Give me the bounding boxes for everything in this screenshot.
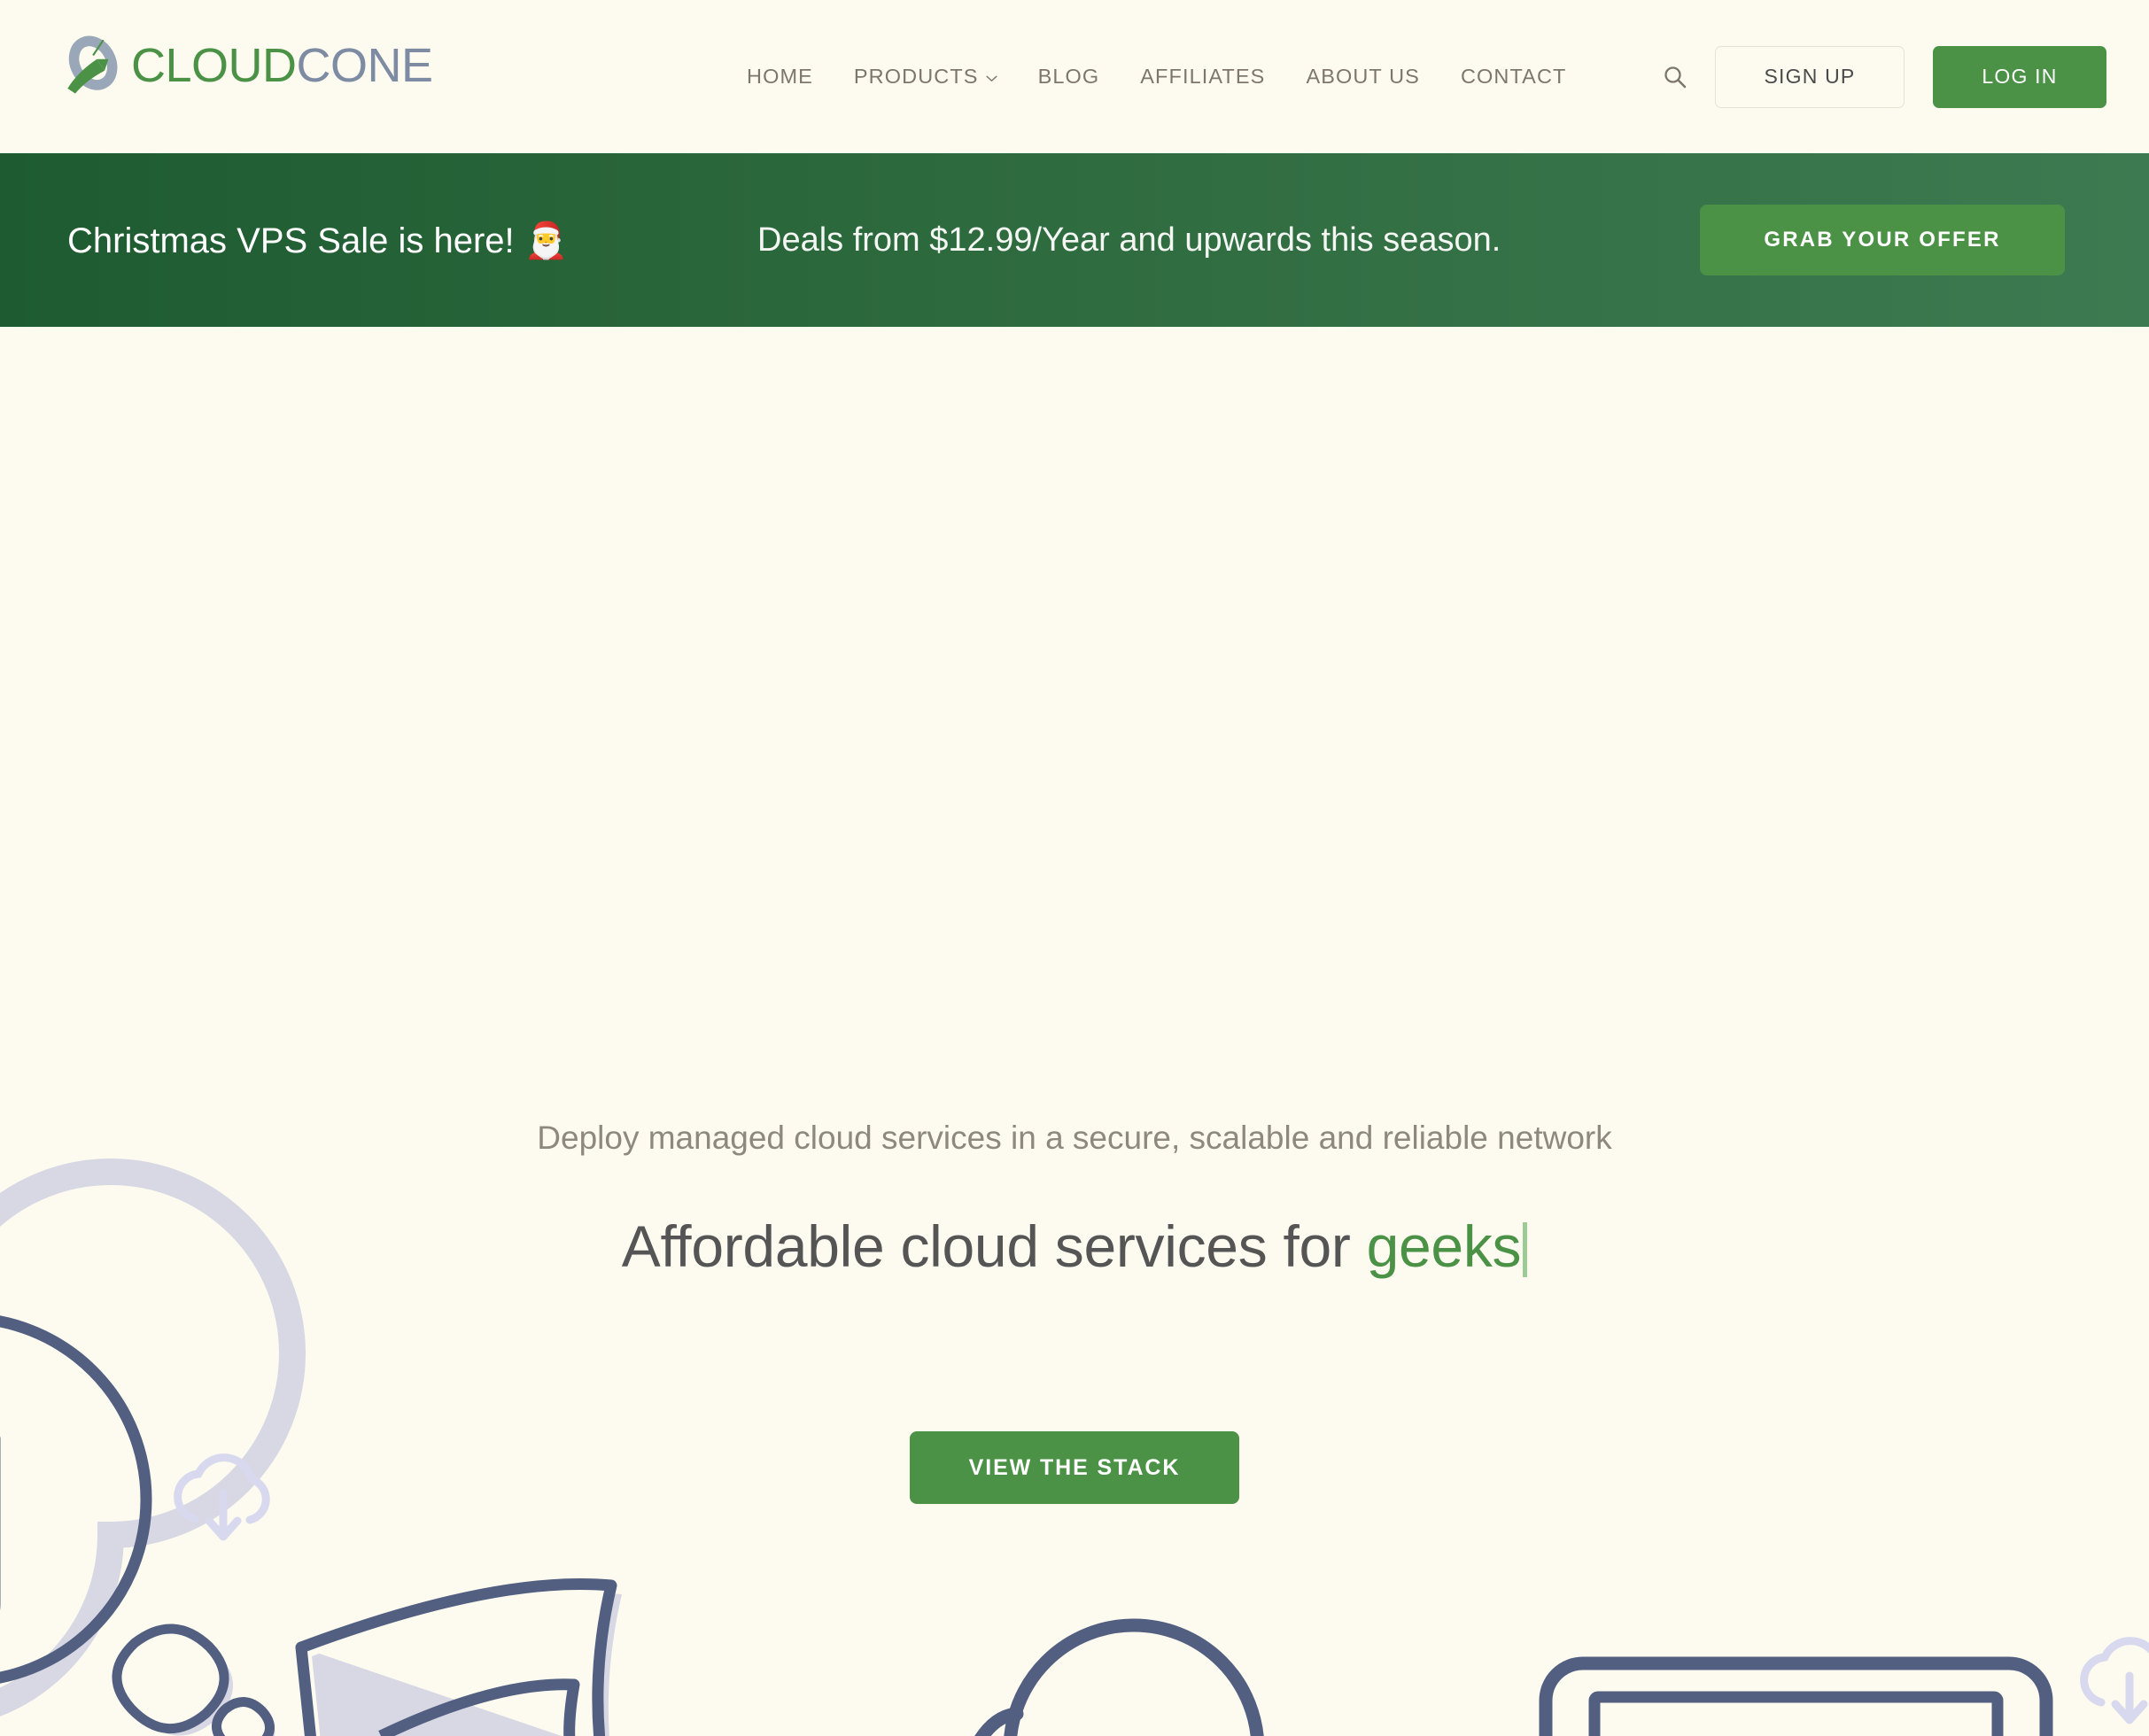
- promo-banner: Christmas VPS Sale is here! 🎅 Deals from…: [0, 153, 2149, 327]
- nav-label-products: PRODUCTS: [853, 65, 979, 88]
- nav-item-about-us[interactable]: ABOUT US: [1285, 65, 1440, 89]
- logo-word-cone: CONE: [296, 39, 434, 92]
- search-icon[interactable]: [1648, 50, 1703, 105]
- chevron-down-icon: [986, 75, 997, 82]
- nav-item-home[interactable]: HOME: [726, 65, 834, 89]
- log-in-label: LOG IN: [1982, 65, 2058, 88]
- nav-item-blog[interactable]: BLOG: [1018, 65, 1121, 89]
- nav-label-blog: BLOG: [1037, 65, 1100, 88]
- nav-label-contact: CONTACT: [1460, 65, 1567, 88]
- typing-caret: [1523, 1222, 1528, 1277]
- nav-label-home: HOME: [747, 65, 813, 88]
- logo-wordmark: CLOUDCONE: [131, 38, 433, 93]
- site-header: CLOUDCONE HOME PRODUCTS BLOG AFFILIATES: [0, 0, 2149, 153]
- nav-item-affiliates[interactable]: AFFILIATES: [1120, 65, 1285, 89]
- hero-headline: Affordable cloud services for geeks: [0, 1213, 2149, 1280]
- logo[interactable]: CLOUDCONE: [64, 34, 433, 97]
- nav-item-products[interactable]: PRODUCTS: [834, 65, 1018, 89]
- header-actions: SIGN UP LOG IN: [1648, 0, 2106, 153]
- main-navigation: HOME PRODUCTS BLOG AFFILIATES ABOUT US C…: [726, 0, 1587, 153]
- page-root: CLOUDCONE HOME PRODUCTS BLOG AFFILIATES: [0, 0, 2149, 1736]
- log-in-button[interactable]: LOG IN: [1933, 45, 2106, 108]
- logo-word-cloud: CLOUD: [131, 39, 297, 92]
- nav-label-about-us: ABOUT US: [1306, 65, 1420, 88]
- hero-headline-prefix: Affordable cloud services for: [621, 1213, 1367, 1279]
- grab-your-offer-label: GRAB YOUR OFFER: [1764, 228, 2001, 252]
- view-the-stack-label: VIEW THE STACK: [968, 1454, 1181, 1480]
- hero-headline-typed-word: geeks: [1366, 1213, 1522, 1279]
- sign-up-label: SIGN UP: [1764, 65, 1856, 88]
- cloudcone-logo-icon: [67, 35, 118, 94]
- nav-label-affiliates: AFFILIATES: [1140, 65, 1266, 88]
- hero-subheadline: Deploy managed cloud services in a secur…: [537, 1120, 1612, 1156]
- nav-item-contact[interactable]: CONTACT: [1440, 65, 1587, 89]
- promo-title: Christmas VPS Sale is here! 🎅: [67, 221, 569, 260]
- view-the-stack-button[interactable]: VIEW THE STACK: [910, 1431, 1239, 1504]
- hero-section: Deploy managed cloud services in a secur…: [0, 327, 2149, 1736]
- promo-subtitle: Deals from $12.99/Year and upwards this …: [757, 221, 1501, 259]
- grab-your-offer-button[interactable]: GRAB YOUR OFFER: [1700, 205, 2065, 275]
- sign-up-button[interactable]: SIGN UP: [1715, 45, 1905, 108]
